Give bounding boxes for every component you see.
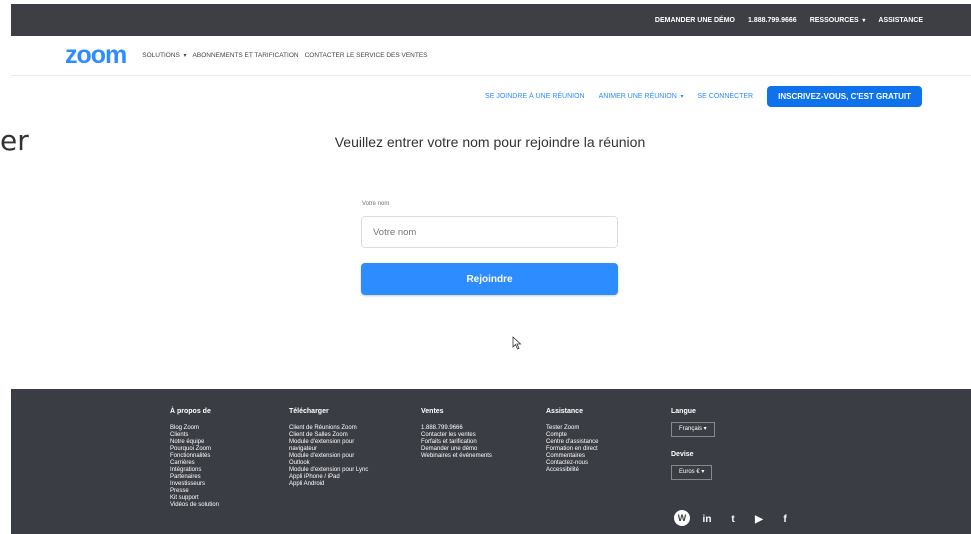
footer-link[interactable]: Demander une démo (421, 446, 492, 453)
main-nav: zoom SOLUTIONS ▾ ABONNEMENTS ET TARIFICA… (11, 36, 971, 76)
footer-link[interactable]: Formation en direct (546, 446, 599, 453)
join-button[interactable]: Rejoindre (361, 263, 618, 295)
footer-link[interactable]: Module d'extension pour (289, 439, 368, 446)
request-demo-link[interactable]: DEMANDER UNE DÉMO (655, 17, 735, 24)
footer-link[interactable]: Webinaires et événements (421, 453, 492, 460)
language-select[interactable]: Français ▾ (671, 422, 715, 437)
social-links: W in t ▶ f (674, 510, 794, 528)
chevron-down-icon: ▾ (702, 426, 707, 432)
currency-select[interactable]: Euros € ▾ (671, 465, 713, 480)
footer-link[interactable]: navigateur (289, 446, 368, 453)
footer-link[interactable]: Commentaires (546, 453, 599, 460)
footer-link[interactable]: Intégrations (170, 467, 219, 474)
solutions-menu[interactable]: SOLUTIONS ▾ (142, 52, 186, 59)
footer-link[interactable]: Partenaires (170, 474, 219, 481)
footer-about: À propos de Blog Zoom Clients Notre équi… (170, 408, 219, 509)
footer-link[interactable]: Presse (170, 488, 219, 495)
footer-link[interactable]: Accessibilité (546, 467, 599, 474)
sign-up-button[interactable]: INSCRIVEZ-VOUS, C'EST GRATUIT (767, 85, 922, 107)
name-field-label: Votre nom (362, 201, 390, 207)
footer-download: Télécharger Client de Réunions Zoom Clie… (289, 408, 368, 488)
footer-link[interactable]: Blog Zoom (170, 425, 219, 432)
footer-link[interactable]: Carrières (170, 460, 219, 467)
sign-in-link[interactable]: SE CONNECTER (698, 93, 754, 100)
linkedin-icon[interactable]: in (698, 510, 716, 528)
footer-language-heading: Langue (671, 408, 696, 415)
footer-link[interactable]: Investisseurs (170, 481, 219, 488)
footer-link[interactable]: Fonctionnalités (170, 453, 219, 460)
chevron-down-icon: ▾ (699, 469, 705, 475)
host-meeting-menu[interactable]: ANIMER UNE RÉUNION ▾ (599, 93, 684, 100)
footer-link[interactable]: Centre d'assistance (546, 439, 599, 446)
footer-link[interactable]: Module d'extension pour Lync (289, 467, 368, 474)
footer-link[interactable]: Appli Android (289, 481, 368, 488)
footer-link[interactable]: 1.888.799.9666 (421, 425, 492, 432)
youtube-icon[interactable]: ▶ (750, 510, 768, 528)
join-meeting-link[interactable]: SE JOINDRE À UNE RÉUNION (485, 93, 585, 100)
name-input[interactable] (361, 216, 618, 248)
footer-link[interactable]: Client de Réunions Zoom (289, 425, 368, 432)
zoom-logo[interactable]: zoom (65, 41, 127, 70)
host-meeting-label: ANIMER UNE RÉUNION (598, 92, 677, 100)
chevron-down-icon: ▾ (678, 93, 684, 100)
footer-sales-heading: Ventes (421, 408, 444, 415)
footer-link[interactable]: Tester Zoom (546, 425, 599, 432)
footer-link[interactable]: Kit support (170, 495, 219, 502)
footer-download-heading: Télécharger (289, 408, 329, 415)
left-gutter (0, 0, 11, 534)
resources-menu[interactable]: RESSOURCES ▾ (810, 17, 866, 24)
footer-link[interactable]: Client de Salles Zoom (289, 432, 368, 439)
currency-selected: Euros € (679, 469, 700, 475)
footer-link[interactable]: Module d'extension pour (289, 453, 368, 460)
footer-link[interactable]: Outlook (289, 460, 368, 467)
phone-link[interactable]: 1.888.799.9666 (748, 17, 797, 24)
footer: À propos de Blog Zoom Clients Notre équi… (11, 389, 971, 534)
mouse-cursor-icon (512, 336, 522, 350)
footer-support-heading: Assistance (546, 408, 583, 415)
footer-currency-heading: Devise (671, 451, 694, 458)
footer-link[interactable]: Contactez-nous (546, 460, 599, 467)
solutions-label: SOLUTIONS (142, 52, 180, 59)
footer-link[interactable]: Vidéos de solution (170, 502, 219, 509)
page-title: Veuillez entrer votre nom pour rejoindre… (334, 134, 646, 150)
footer-sales: Ventes 1.888.799.9666 Contacter les vent… (421, 408, 492, 460)
footer-link[interactable]: Clients (170, 432, 219, 439)
footer-link[interactable]: Appli iPhone / iPad (289, 474, 368, 481)
twitter-icon[interactable]: t (724, 510, 742, 528)
footer-preferences: Langue Français ▾ Devise Euros € ▾ (671, 408, 715, 494)
footer-link[interactable]: Compte (546, 432, 599, 439)
footer-link[interactable]: Pourquoi Zoom (170, 446, 219, 453)
sub-nav: SE JOINDRE À UNE RÉUNION ANIMER UNE RÉUN… (11, 84, 971, 108)
support-link[interactable]: ASSISTANCE (878, 17, 923, 24)
facebook-icon[interactable]: f (776, 510, 794, 528)
resources-label: RESSOURCES (809, 16, 859, 24)
footer-link[interactable]: Contacter les ventes (421, 432, 492, 439)
wordpress-icon[interactable]: W (674, 510, 690, 526)
footer-link[interactable]: Forfaits et tarification (421, 439, 492, 446)
chevron-down-icon: ▾ (181, 53, 187, 59)
language-selected: Français (679, 426, 703, 432)
footer-support: Assistance Tester Zoom Compte Centre d'a… (546, 408, 599, 474)
top-bar: DEMANDER UNE DÉMO 1.888.799.9666 RESSOUR… (11, 4, 971, 36)
footer-link[interactable]: Notre équipe (170, 439, 219, 446)
contact-sales-link[interactable]: CONTACTER LE SERVICE DES VENTES (305, 52, 428, 59)
plans-pricing-link[interactable]: ABONNEMENTS ET TARIFICATION (193, 52, 299, 59)
footer-about-heading: À propos de (170, 408, 211, 415)
chevron-down-icon: ▾ (860, 17, 866, 24)
